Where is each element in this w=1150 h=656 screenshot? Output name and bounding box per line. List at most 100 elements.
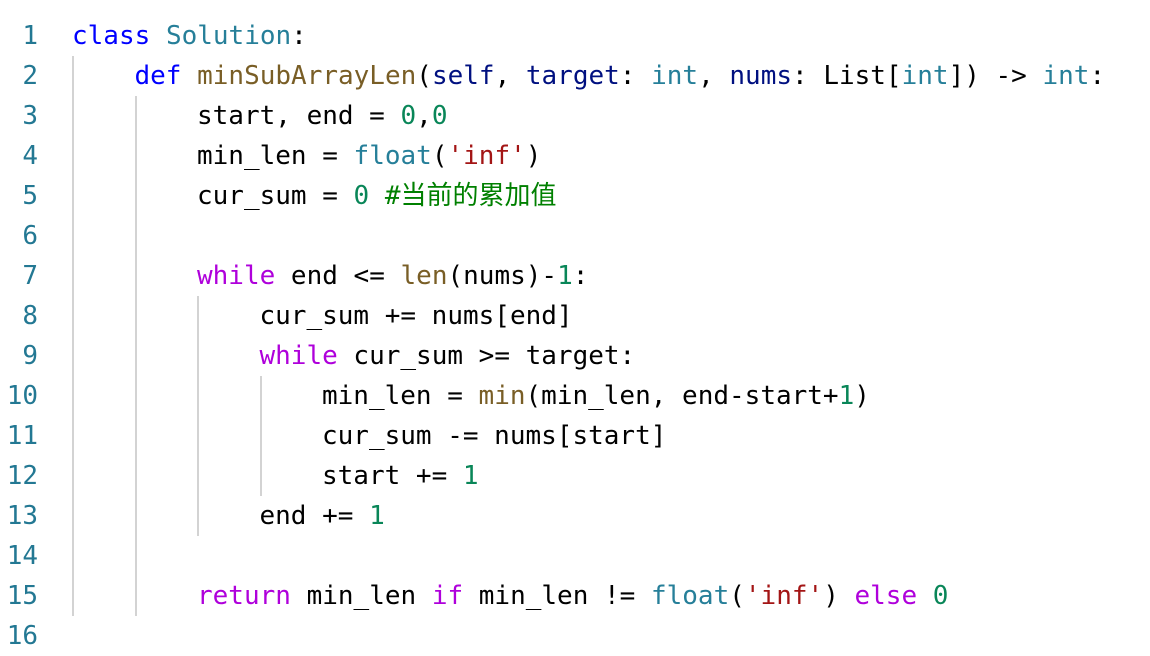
code-line[interactable]: 7 while end <= len(nums)-1: xyxy=(0,256,1150,296)
code-text: while cur_sum >= target: xyxy=(260,336,636,376)
code-token: , xyxy=(494,61,526,91)
code-token: min_len = xyxy=(322,381,479,411)
code-token: min_len != xyxy=(463,581,651,611)
code-token: end <= xyxy=(275,261,401,291)
code-line[interactable]: 14 xyxy=(0,536,1150,576)
code-line[interactable]: 13 end += 1 xyxy=(0,496,1150,536)
code-token: ) xyxy=(823,581,855,611)
code-token: nums xyxy=(729,61,793,91)
code-text: end += 1 xyxy=(260,496,385,536)
code-token: while xyxy=(197,261,276,291)
code-token: : xyxy=(291,21,307,51)
code-token: int xyxy=(901,61,949,91)
line-number: 6 xyxy=(22,221,38,251)
code-token: cur_sum -= nums[start] xyxy=(322,421,667,451)
code-line[interactable]: 10 min_len = min(min_len, end-start+1) xyxy=(0,376,1150,416)
code-line[interactable]: 1 class Solution: xyxy=(0,16,1150,56)
code-token: cur_sum = xyxy=(197,181,354,211)
code-token: : List[ xyxy=(792,61,902,91)
line-number: 13 xyxy=(6,501,38,531)
code-token: 'inf' xyxy=(447,141,526,171)
code-token: cur_sum >= target: xyxy=(337,341,636,371)
code-token: 1 xyxy=(557,261,573,291)
code-text: min_len = min(min_len, end-start+1) xyxy=(322,376,870,416)
code-text: start, end = 0,0 xyxy=(197,96,447,136)
code-token: else xyxy=(854,581,918,611)
line-number: 3 xyxy=(22,101,38,131)
line-number: 15 xyxy=(6,581,38,611)
line-number: 16 xyxy=(6,621,38,651)
code-token: min_len xyxy=(290,581,432,611)
code-token: start, end = xyxy=(197,101,401,131)
code-text: class Solution: xyxy=(72,16,307,56)
code-token: class xyxy=(72,21,151,51)
code-line[interactable]: 11 cur_sum -= nums[start] xyxy=(0,416,1150,456)
code-token: start += xyxy=(322,461,463,491)
line-number: 5 xyxy=(22,181,38,211)
line-number: 12 xyxy=(6,461,38,491)
code-text: min_len = float('inf') xyxy=(197,136,541,176)
code-line[interactable]: 2 def minSubArrayLen(self, target: int, n… xyxy=(0,56,1150,96)
code-token: int xyxy=(651,61,699,91)
line-number: 7 xyxy=(22,261,38,291)
code-token: , xyxy=(698,61,730,91)
code-lines[interactable]: 1 class Solution: 2 def minSubArrayLen(self… xyxy=(0,16,1150,656)
code-token: (min_len, end-start+ xyxy=(525,381,839,411)
code-token: ( xyxy=(416,61,432,91)
code-token: 0 xyxy=(431,101,448,131)
code-token: float xyxy=(353,141,432,171)
code-token: cur_sum += nums[end] xyxy=(259,301,573,331)
code-text: cur_sum += nums[end] xyxy=(260,296,573,336)
line-number: 9 xyxy=(22,341,38,371)
code-line[interactable]: 3 start, end = 0,0 xyxy=(0,96,1150,136)
line-number: 8 xyxy=(22,301,38,331)
code-token: min xyxy=(478,381,526,411)
code-line[interactable]: 6 xyxy=(0,216,1150,256)
code-token: def xyxy=(134,61,182,91)
code-line[interactable]: 4 min_len = float('inf') xyxy=(0,136,1150,176)
code-text: return min_len if min_len != float('inf'… xyxy=(197,576,948,616)
code-token: len xyxy=(400,261,448,291)
code-token: 1 xyxy=(369,501,385,531)
code-token: ( xyxy=(431,141,448,171)
code-line[interactable]: 8 cur_sum += nums[end] xyxy=(0,296,1150,336)
code-token: Solution xyxy=(165,21,292,51)
code-token: 0 xyxy=(932,581,949,611)
line-number: 11 xyxy=(6,421,38,451)
code-token: while xyxy=(259,341,338,371)
code-token: if xyxy=(431,581,464,611)
code-token: self xyxy=(431,61,495,91)
line-number: 10 xyxy=(6,381,38,411)
code-text: cur_sum -= nums[start] xyxy=(322,416,666,456)
code-token: float xyxy=(650,581,730,611)
code-line[interactable]: 5 cur_sum = 0 #当前的累加值 xyxy=(0,176,1150,216)
code-token: 'inf' xyxy=(744,581,824,611)
code-token: ) xyxy=(854,381,870,411)
code-token: (nums)- xyxy=(447,261,558,291)
code-line[interactable]: 9 while cur_sum >= target: xyxy=(0,336,1150,376)
code-token: ( xyxy=(729,581,745,611)
code-token: 0 xyxy=(400,101,417,131)
code-token: : xyxy=(619,61,652,91)
code-token: 0 xyxy=(353,181,370,211)
code-line[interactable]: 15 return min_len if min_len != float('in… xyxy=(0,576,1150,616)
code-token: , xyxy=(416,101,432,131)
code-token: int xyxy=(1042,61,1090,91)
line-number: 4 xyxy=(22,141,38,171)
code-line[interactable]: 12 start += 1 xyxy=(0,456,1150,496)
line-number: 2 xyxy=(22,61,38,91)
line-number: 1 xyxy=(22,21,38,51)
code-token: 1 xyxy=(838,381,855,411)
code-line[interactable]: 16 xyxy=(0,616,1150,656)
code-token: min_len = xyxy=(197,141,354,171)
code-token: : xyxy=(572,261,589,291)
code-editor[interactable]: 1 class Solution: 2 def minSubArrayLen(self… xyxy=(0,16,1150,651)
code-token: ) xyxy=(525,141,542,171)
code-token: : xyxy=(1089,61,1106,91)
code-text: start += 1 xyxy=(322,456,479,496)
line-number: 14 xyxy=(6,541,38,571)
